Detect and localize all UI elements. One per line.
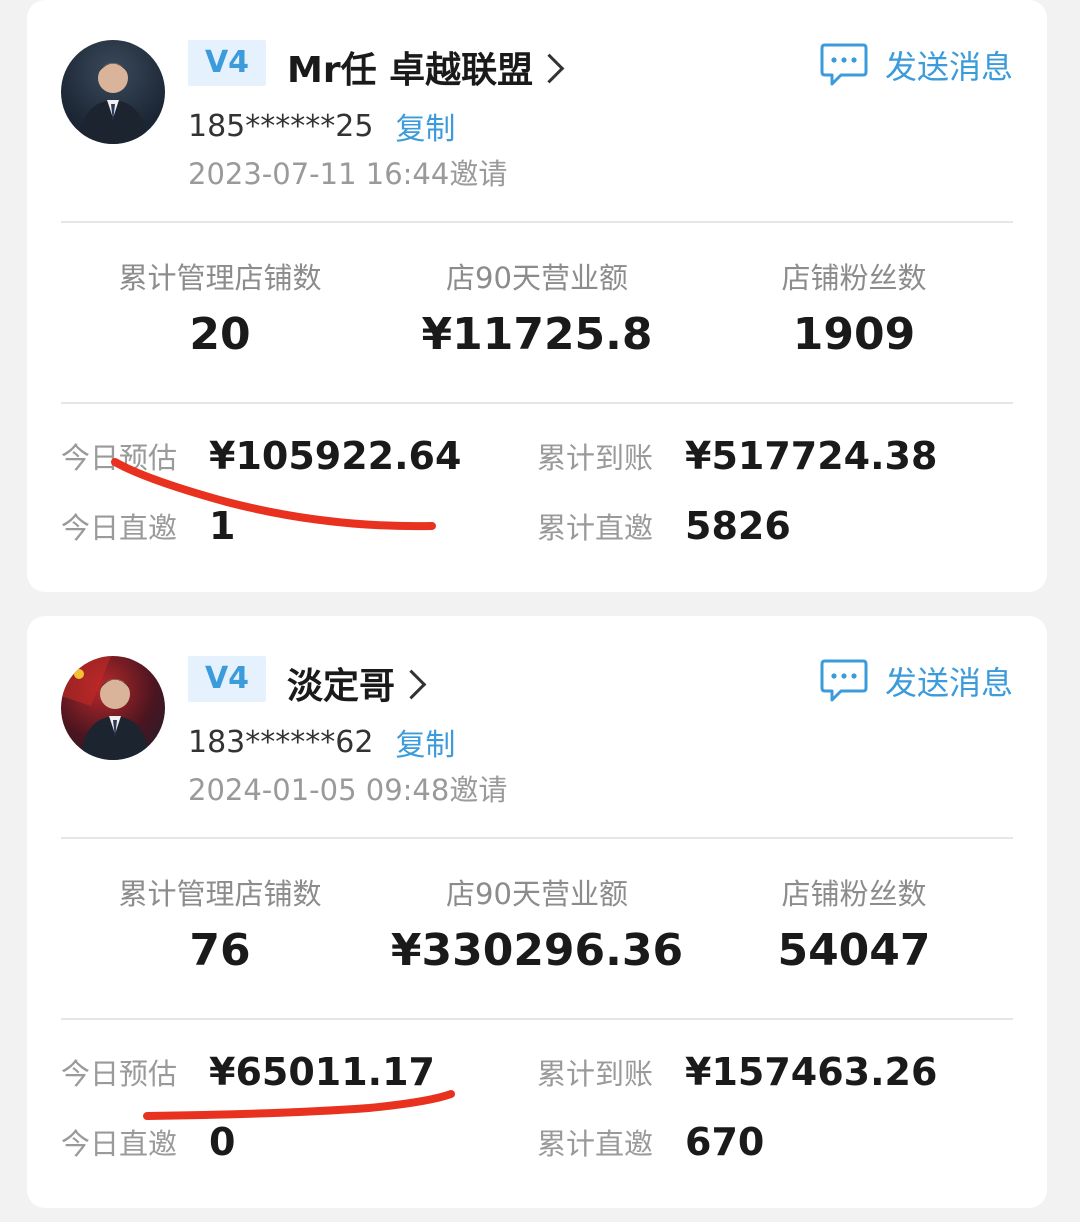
member-name-link[interactable]: Mr任 卓越联盟 xyxy=(287,42,565,92)
divider xyxy=(61,837,1013,839)
metric-label: 累计到账 xyxy=(537,441,654,475)
invite-time: 2024-01-05 09:48邀请 xyxy=(188,773,508,807)
metric-today-direct: 今日直邀 1 xyxy=(61,498,235,554)
metric-value: ¥105922.64 xyxy=(209,434,462,478)
stat-value: ¥330296.36 xyxy=(390,925,684,976)
send-message-button[interactable]: 发送消息 xyxy=(819,656,1013,706)
stat-managed-stores: 累计管理店铺数 76 xyxy=(70,872,370,986)
phone-row: 183******62 复制 xyxy=(188,720,455,764)
metric-total-direct: 累计直邀 5826 xyxy=(537,498,791,554)
divider xyxy=(61,221,1013,223)
stat-value: 1909 xyxy=(792,309,916,360)
metric-label: 今日预估 xyxy=(61,1057,178,1091)
send-message-button[interactable]: 发送消息 xyxy=(819,40,1013,90)
stat-value: 54047 xyxy=(777,925,931,976)
avatar[interactable] xyxy=(61,40,165,144)
copy-button[interactable]: 复制 xyxy=(395,104,455,148)
invite-time: 2023-07-11 16:44邀请 xyxy=(188,157,508,191)
phone-number: 185******25 xyxy=(188,108,374,144)
level-badge: V4 xyxy=(188,656,266,702)
copy-button[interactable]: 复制 xyxy=(395,720,455,764)
metric-label: 今日直邀 xyxy=(61,1127,178,1161)
metric-value: 5826 xyxy=(685,504,791,548)
stat-value: 20 xyxy=(189,309,251,360)
member-card: V4 Mr任 卓越联盟 发送消息 185******25 复制 2023-07-… xyxy=(27,0,1047,592)
stat-value: ¥11725.8 xyxy=(421,309,653,360)
send-message-label: 发送消息 xyxy=(884,664,1013,702)
divider xyxy=(61,1018,1013,1020)
stat-store-fans: 店铺粉丝数 54047 xyxy=(704,872,1004,986)
metric-label: 累计到账 xyxy=(537,1057,654,1091)
stat-store-fans: 店铺粉丝数 1909 xyxy=(704,256,1004,370)
metric-value: 1 xyxy=(209,504,236,548)
metric-value: ¥517724.38 xyxy=(685,434,938,478)
metric-value: 670 xyxy=(685,1120,765,1164)
metric-total-direct: 累计直邀 670 xyxy=(537,1114,764,1170)
divider xyxy=(61,402,1013,404)
metric-today-estimate: 今日预估 ¥65011.17 xyxy=(61,1044,435,1100)
metric-today-estimate: 今日预估 ¥105922.64 xyxy=(61,428,461,484)
avatar[interactable] xyxy=(61,656,165,760)
chevron-right-icon xyxy=(534,53,565,83)
stat-label: 店铺粉丝数 xyxy=(781,261,927,295)
phone-row: 185******25 复制 xyxy=(188,104,455,148)
stat-label: 店90天营业额 xyxy=(446,261,628,295)
stat-label: 店90天营业额 xyxy=(446,877,628,911)
stat-managed-stores: 累计管理店铺数 20 xyxy=(70,256,370,370)
member-name: Mr任 卓越联盟 xyxy=(287,50,534,91)
metric-label: 今日直邀 xyxy=(61,511,178,545)
metric-value: ¥65011.17 xyxy=(209,1050,435,1094)
chat-bubble-icon xyxy=(820,43,868,86)
metric-total-received: 累计到账 ¥517724.38 xyxy=(537,428,937,484)
phone-number: 183******62 xyxy=(188,724,374,760)
chat-bubble-icon xyxy=(820,659,868,702)
member-name-link[interactable]: 淡定哥 xyxy=(287,658,427,708)
stat-90day-revenue: 店90天营业额 ¥330296.36 xyxy=(387,872,687,986)
chevron-right-icon xyxy=(396,669,427,699)
metric-value: 0 xyxy=(209,1120,236,1164)
metric-label: 累计直邀 xyxy=(537,1127,654,1161)
stat-label: 累计管理店铺数 xyxy=(118,877,322,911)
level-badge: V4 xyxy=(188,40,266,86)
stat-value: 76 xyxy=(189,925,251,976)
member-name: 淡定哥 xyxy=(287,666,396,707)
metric-value: ¥157463.26 xyxy=(685,1050,938,1094)
stat-label: 店铺粉丝数 xyxy=(781,877,927,911)
send-message-label: 发送消息 xyxy=(884,48,1013,86)
metric-label: 今日预估 xyxy=(61,441,178,475)
metric-today-direct: 今日直邀 0 xyxy=(61,1114,235,1170)
stat-label: 累计管理店铺数 xyxy=(118,261,322,295)
metric-total-received: 累计到账 ¥157463.26 xyxy=(537,1044,937,1100)
member-card: V4 淡定哥 发送消息 183******62 复制 2024-01-05 09… xyxy=(27,616,1047,1208)
stat-90day-revenue: 店90天营业额 ¥11725.8 xyxy=(387,256,687,370)
metric-label: 累计直邀 xyxy=(537,511,654,545)
